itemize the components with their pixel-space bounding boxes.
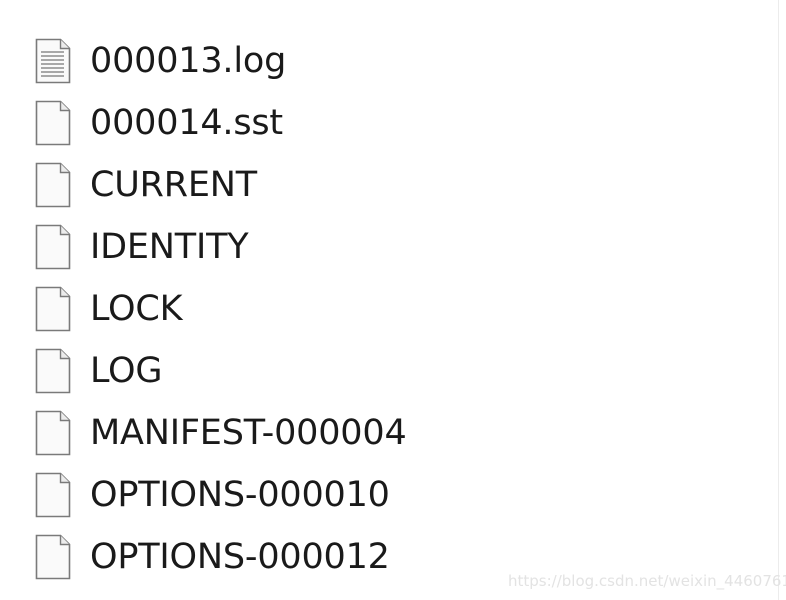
file-item-manifest-000004[interactable]: MANIFEST-000004 — [0, 402, 770, 464]
file-item-000014-sst[interactable]: 000014.sst — [0, 92, 770, 154]
blank-document-icon — [35, 534, 71, 580]
file-name: 000013.log — [90, 40, 287, 81]
file-item-lock[interactable]: LOCK — [0, 278, 770, 340]
file-name: CURRENT — [90, 164, 257, 205]
blank-document-icon — [35, 162, 71, 208]
file-name: MANIFEST-000004 — [90, 412, 407, 453]
blank-document-icon — [35, 472, 71, 518]
file-item-identity[interactable]: IDENTITY — [0, 216, 770, 278]
vertical-scrollbar[interactable] — [778, 0, 786, 600]
file-name: OPTIONS-000010 — [90, 474, 390, 515]
file-name: LOCK — [90, 288, 183, 329]
file-item-options-000010[interactable]: OPTIONS-000010 — [0, 464, 770, 526]
file-item-000013-log[interactable]: 000013.log — [0, 30, 770, 92]
file-name: IDENTITY — [90, 226, 249, 267]
blank-document-icon — [35, 348, 71, 394]
blank-document-icon — [35, 286, 71, 332]
blank-document-icon — [35, 410, 71, 456]
file-list: 000013.log 000014.sst CURRENT IDENTITY L… — [0, 30, 770, 588]
file-name: LOG — [90, 350, 163, 391]
file-name: OPTIONS-000012 — [90, 536, 390, 577]
file-name: 000014.sst — [90, 102, 283, 143]
text-document-icon — [35, 38, 71, 84]
blank-document-icon — [35, 100, 71, 146]
file-item-current[interactable]: CURRENT — [0, 154, 770, 216]
blank-document-icon — [35, 224, 71, 270]
watermark: https://blog.csdn.net/weixin_44607611 — [508, 572, 786, 590]
file-item-log[interactable]: LOG — [0, 340, 770, 402]
